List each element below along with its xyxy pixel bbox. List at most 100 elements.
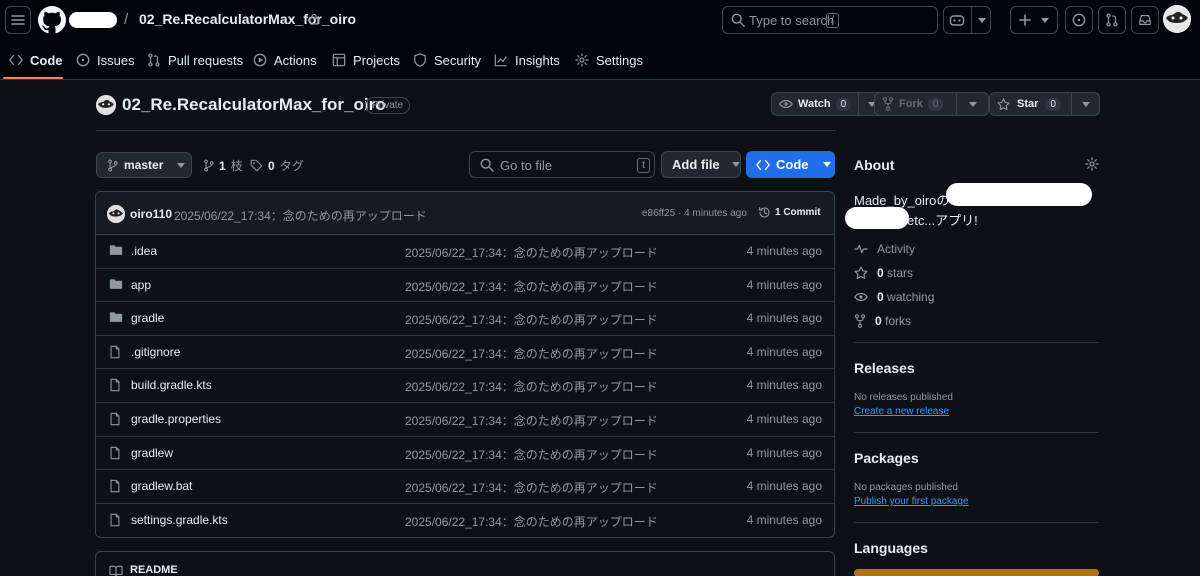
file-row[interactable]: build.gradle.kts 2025/06/22_17:34：念のための再ア… <box>96 369 834 403</box>
menu-button[interactable] <box>5 6 31 34</box>
file-commit-message[interactable]: 2025/06/22_17:34：念のための再アップロード <box>405 311 658 328</box>
forks-link[interactable]: 0 forks <box>854 314 911 328</box>
file-name-link[interactable]: settings.gradle.kts <box>131 513 228 527</box>
git-pull-request-icon <box>148 53 160 67</box>
file-commit-message[interactable]: 2025/06/22_17:34：念のための再アップロード <box>405 378 658 395</box>
file-row[interactable]: app 2025/06/22_17:34：念のための再アップロード 4 minute… <box>96 269 834 303</box>
issues-header-button[interactable] <box>1065 6 1093 34</box>
divider <box>854 342 1099 343</box>
description-redacted <box>946 183 1092 206</box>
create-new-button[interactable] <box>1010 6 1058 34</box>
tab-issues[interactable]: Issues <box>76 50 135 70</box>
file-commit-message[interactable]: 2025/06/22_17:34：念のための再アップロード <box>405 412 658 429</box>
file-commit-message[interactable]: 2025/06/22_17:34：念のための再アップロード <box>405 244 658 261</box>
commit-message[interactable]: 2025/06/22_17:34：念のための再アップロード <box>174 207 427 224</box>
file-name-link[interactable]: gradle.properties <box>131 412 221 426</box>
file-name-link[interactable]: app <box>131 278 151 292</box>
file-commit-message[interactable]: 2025/06/22_17:34：念のための再アップロード <box>405 345 658 362</box>
file-name-link[interactable]: .gitignore <box>131 345 180 359</box>
stars-link[interactable]: 0 stars <box>854 266 913 280</box>
code-button[interactable]: Code <box>746 151 835 178</box>
branch-selector[interactable]: master <box>96 152 192 178</box>
copilot-button[interactable] <box>943 6 991 34</box>
star-button[interactable]: Star 0 <box>990 93 1071 115</box>
file-commit-time: 4 minutes ago <box>746 412 822 426</box>
file-commit-message[interactable]: 2025/06/22_17:34：念のための再アップロード <box>405 513 658 530</box>
file-row[interactable]: gradlew 2025/06/22_17:34：念のための再アップロード 4 mi… <box>96 437 834 471</box>
file-row[interactable]: gradle 2025/06/22_17:34：念のための再アップロード 4 min… <box>96 302 834 336</box>
inbox-button[interactable] <box>1131 6 1159 34</box>
watch-label: Watch <box>798 98 831 110</box>
file-icon <box>110 379 120 392</box>
commit-history-link[interactable]: 1 Commit <box>758 206 821 219</box>
commit-author[interactable]: oiro110 <box>130 207 172 221</box>
branches-label: 枝 <box>230 159 243 173</box>
file-commit-message[interactable]: 2025/06/22_17:34：念のための再アップロード <box>405 278 658 295</box>
fork-dropdown[interactable] <box>956 93 988 115</box>
readme-panel: README <box>95 551 835 576</box>
tab-projects[interactable]: Projects <box>332 50 400 70</box>
activity-link[interactable]: Activity <box>854 242 915 256</box>
breadcrumb-repo-link[interactable]: 02_Re.RecalculatorMax_for_oiro <box>139 11 356 27</box>
github-logo-icon[interactable] <box>38 6 66 34</box>
go-to-file-input[interactable]: Go to file t <box>469 151 655 178</box>
file-commit-time: 4 minutes ago <box>746 445 822 460</box>
avatar-image-icon <box>1163 5 1191 33</box>
file-name-link[interactable]: gradlew <box>131 446 173 460</box>
tags-link[interactable]: 0 タグ <box>250 157 304 174</box>
readme-tab-label[interactable]: README <box>130 564 178 576</box>
file-commit-message[interactable]: 2025/06/22_17:34：念のための再アップロード <box>405 446 658 463</box>
watch-button[interactable]: Watch 0 <box>772 93 858 115</box>
tab-security[interactable]: Security <box>413 50 481 70</box>
user-avatar[interactable] <box>1163 5 1191 33</box>
add-file-button[interactable]: Add file <box>661 151 741 178</box>
file-commit-message[interactable]: 2025/06/22_17:34：念のための再アップロード <box>405 479 658 496</box>
packages-heading[interactable]: Packages <box>854 450 919 466</box>
repo-forked-icon <box>882 97 894 111</box>
tab-code[interactable]: Code <box>9 50 63 70</box>
file-icon <box>110 345 120 359</box>
file-row[interactable]: gradle.properties 2025/06/22_17:34：念のための再… <box>96 403 834 437</box>
tab-actions[interactable]: Actions <box>253 50 317 70</box>
file-row[interactable]: .gitignore 2025/06/22_17:34：念のための再アップロード 4… <box>96 336 834 370</box>
graph-icon <box>494 54 507 67</box>
tab-insights[interactable]: Insights <box>494 50 560 70</box>
star-dropdown[interactable] <box>1071 93 1099 115</box>
copilot-icon <box>949 15 964 26</box>
tab-label: Pull requests <box>168 52 244 68</box>
branch-name: master <box>124 158 164 172</box>
gear-icon[interactable] <box>1085 157 1099 171</box>
add-file-label: Add file <box>672 157 720 172</box>
releases-heading[interactable]: Releases <box>854 360 915 376</box>
file-row[interactable]: settings.gradle.kts 2025/06/22_17:34：念のため… <box>96 504 834 537</box>
tab-settings[interactable]: Settings <box>575 50 643 70</box>
pull-requests-header-button[interactable] <box>1098 6 1126 34</box>
repo-owner-avatar[interactable] <box>96 95 116 115</box>
publish-package-link[interactable]: Publish your first package <box>854 496 969 507</box>
file-name-link[interactable]: build.gradle.kts <box>131 378 212 392</box>
repo-title[interactable]: 02_Re.RecalculatorMax_for_oiro <box>122 95 386 115</box>
create-release-link[interactable]: Create a new release <box>854 406 949 417</box>
lock-icon <box>309 13 319 25</box>
folder-icon-wrap <box>109 311 123 323</box>
tab-pull-requests[interactable]: Pull requests <box>147 50 243 70</box>
owner-name-redacted[interactable] <box>69 12 117 28</box>
go-to-file-shortcut-key: t <box>637 158 650 173</box>
commit-author-avatar[interactable] <box>107 205 125 223</box>
tab-label: Code <box>30 52 63 68</box>
file-row[interactable]: .idea 2025/06/22_17:34：念のための再アップロード 4 minu… <box>96 235 834 269</box>
file-name-link[interactable]: gradlew.bat <box>131 479 192 493</box>
fork-button[interactable]: Fork 0 <box>875 93 956 115</box>
file-name-link[interactable]: gradle <box>131 311 164 325</box>
table-icon <box>332 53 346 67</box>
branches-link[interactable]: 1 枝 <box>203 157 243 174</box>
folder-icon <box>109 245 123 255</box>
watching-link[interactable]: 0 watching <box>854 290 934 304</box>
global-search-input[interactable]: Type to search / <box>722 6 938 34</box>
file-row[interactable]: gradlew.bat 2025/06/22_17:34：念のための再アップロード… <box>96 470 834 504</box>
file-icon-wrap <box>109 378 121 392</box>
divider <box>854 522 1099 523</box>
commit-hash-time[interactable]: e86ff25 · 4 minutes ago <box>642 208 747 219</box>
file-name-link[interactable]: .idea <box>131 244 157 258</box>
language-bar[interactable] <box>854 569 1099 576</box>
